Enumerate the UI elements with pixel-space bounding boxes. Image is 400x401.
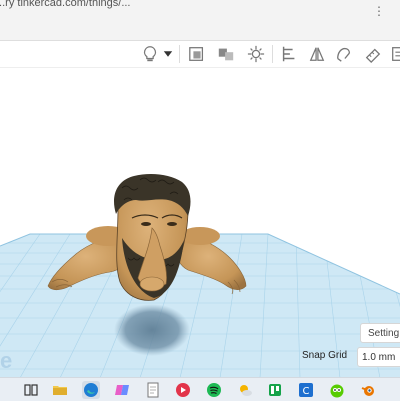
model-shadow	[114, 304, 190, 356]
media-icon[interactable]	[174, 381, 192, 399]
svg-text:C: C	[303, 386, 310, 397]
group-icon[interactable]	[186, 43, 208, 65]
copilot-icon[interactable]	[113, 381, 131, 399]
workplane-scene	[0, 174, 400, 378]
ungroup-icon[interactable]	[215, 43, 237, 65]
cruise-icon[interactable]	[306, 43, 328, 65]
settings-button[interactable]: Setting	[360, 323, 400, 343]
align-icon[interactable]	[245, 43, 267, 65]
snap-grid-select[interactable]: 1.0 mm	[357, 347, 400, 367]
spotify-icon[interactable]	[205, 381, 223, 399]
editor-toolbar	[0, 41, 400, 68]
file-explorer-icon[interactable]	[51, 381, 69, 399]
snap-grid-label: Snap Grid	[302, 350, 348, 361]
light-bulb-icon[interactable]	[139, 43, 161, 65]
weather-icon[interactable]	[236, 381, 254, 399]
3d-viewport[interactable]	[0, 68, 400, 378]
watermark-text: e	[0, 348, 13, 373]
planner-icon[interactable]	[266, 381, 284, 399]
blender-icon[interactable]	[359, 381, 377, 399]
workplane-icon[interactable]	[333, 43, 355, 65]
ruler-icon[interactable]	[362, 43, 384, 65]
dropdown-arrow-icon[interactable]	[161, 43, 175, 65]
duolingo-icon[interactable]	[328, 381, 346, 399]
notes-icon[interactable]	[388, 43, 400, 65]
notepad-icon[interactable]	[144, 381, 162, 399]
mirror-icon[interactable]	[278, 43, 300, 65]
task-view-icon[interactable]	[22, 381, 40, 399]
more-options-icon[interactable]: ⋮	[373, 4, 386, 18]
window-title: ...ry tinkercad.com/things/...	[0, 0, 131, 9]
cura-icon[interactable]: C	[297, 381, 315, 399]
edge-icon[interactable]	[82, 381, 100, 399]
browser-titlebar: ...ry tinkercad.com/things/... ⋮	[0, 0, 400, 41]
taskbar: C	[0, 377, 400, 401]
